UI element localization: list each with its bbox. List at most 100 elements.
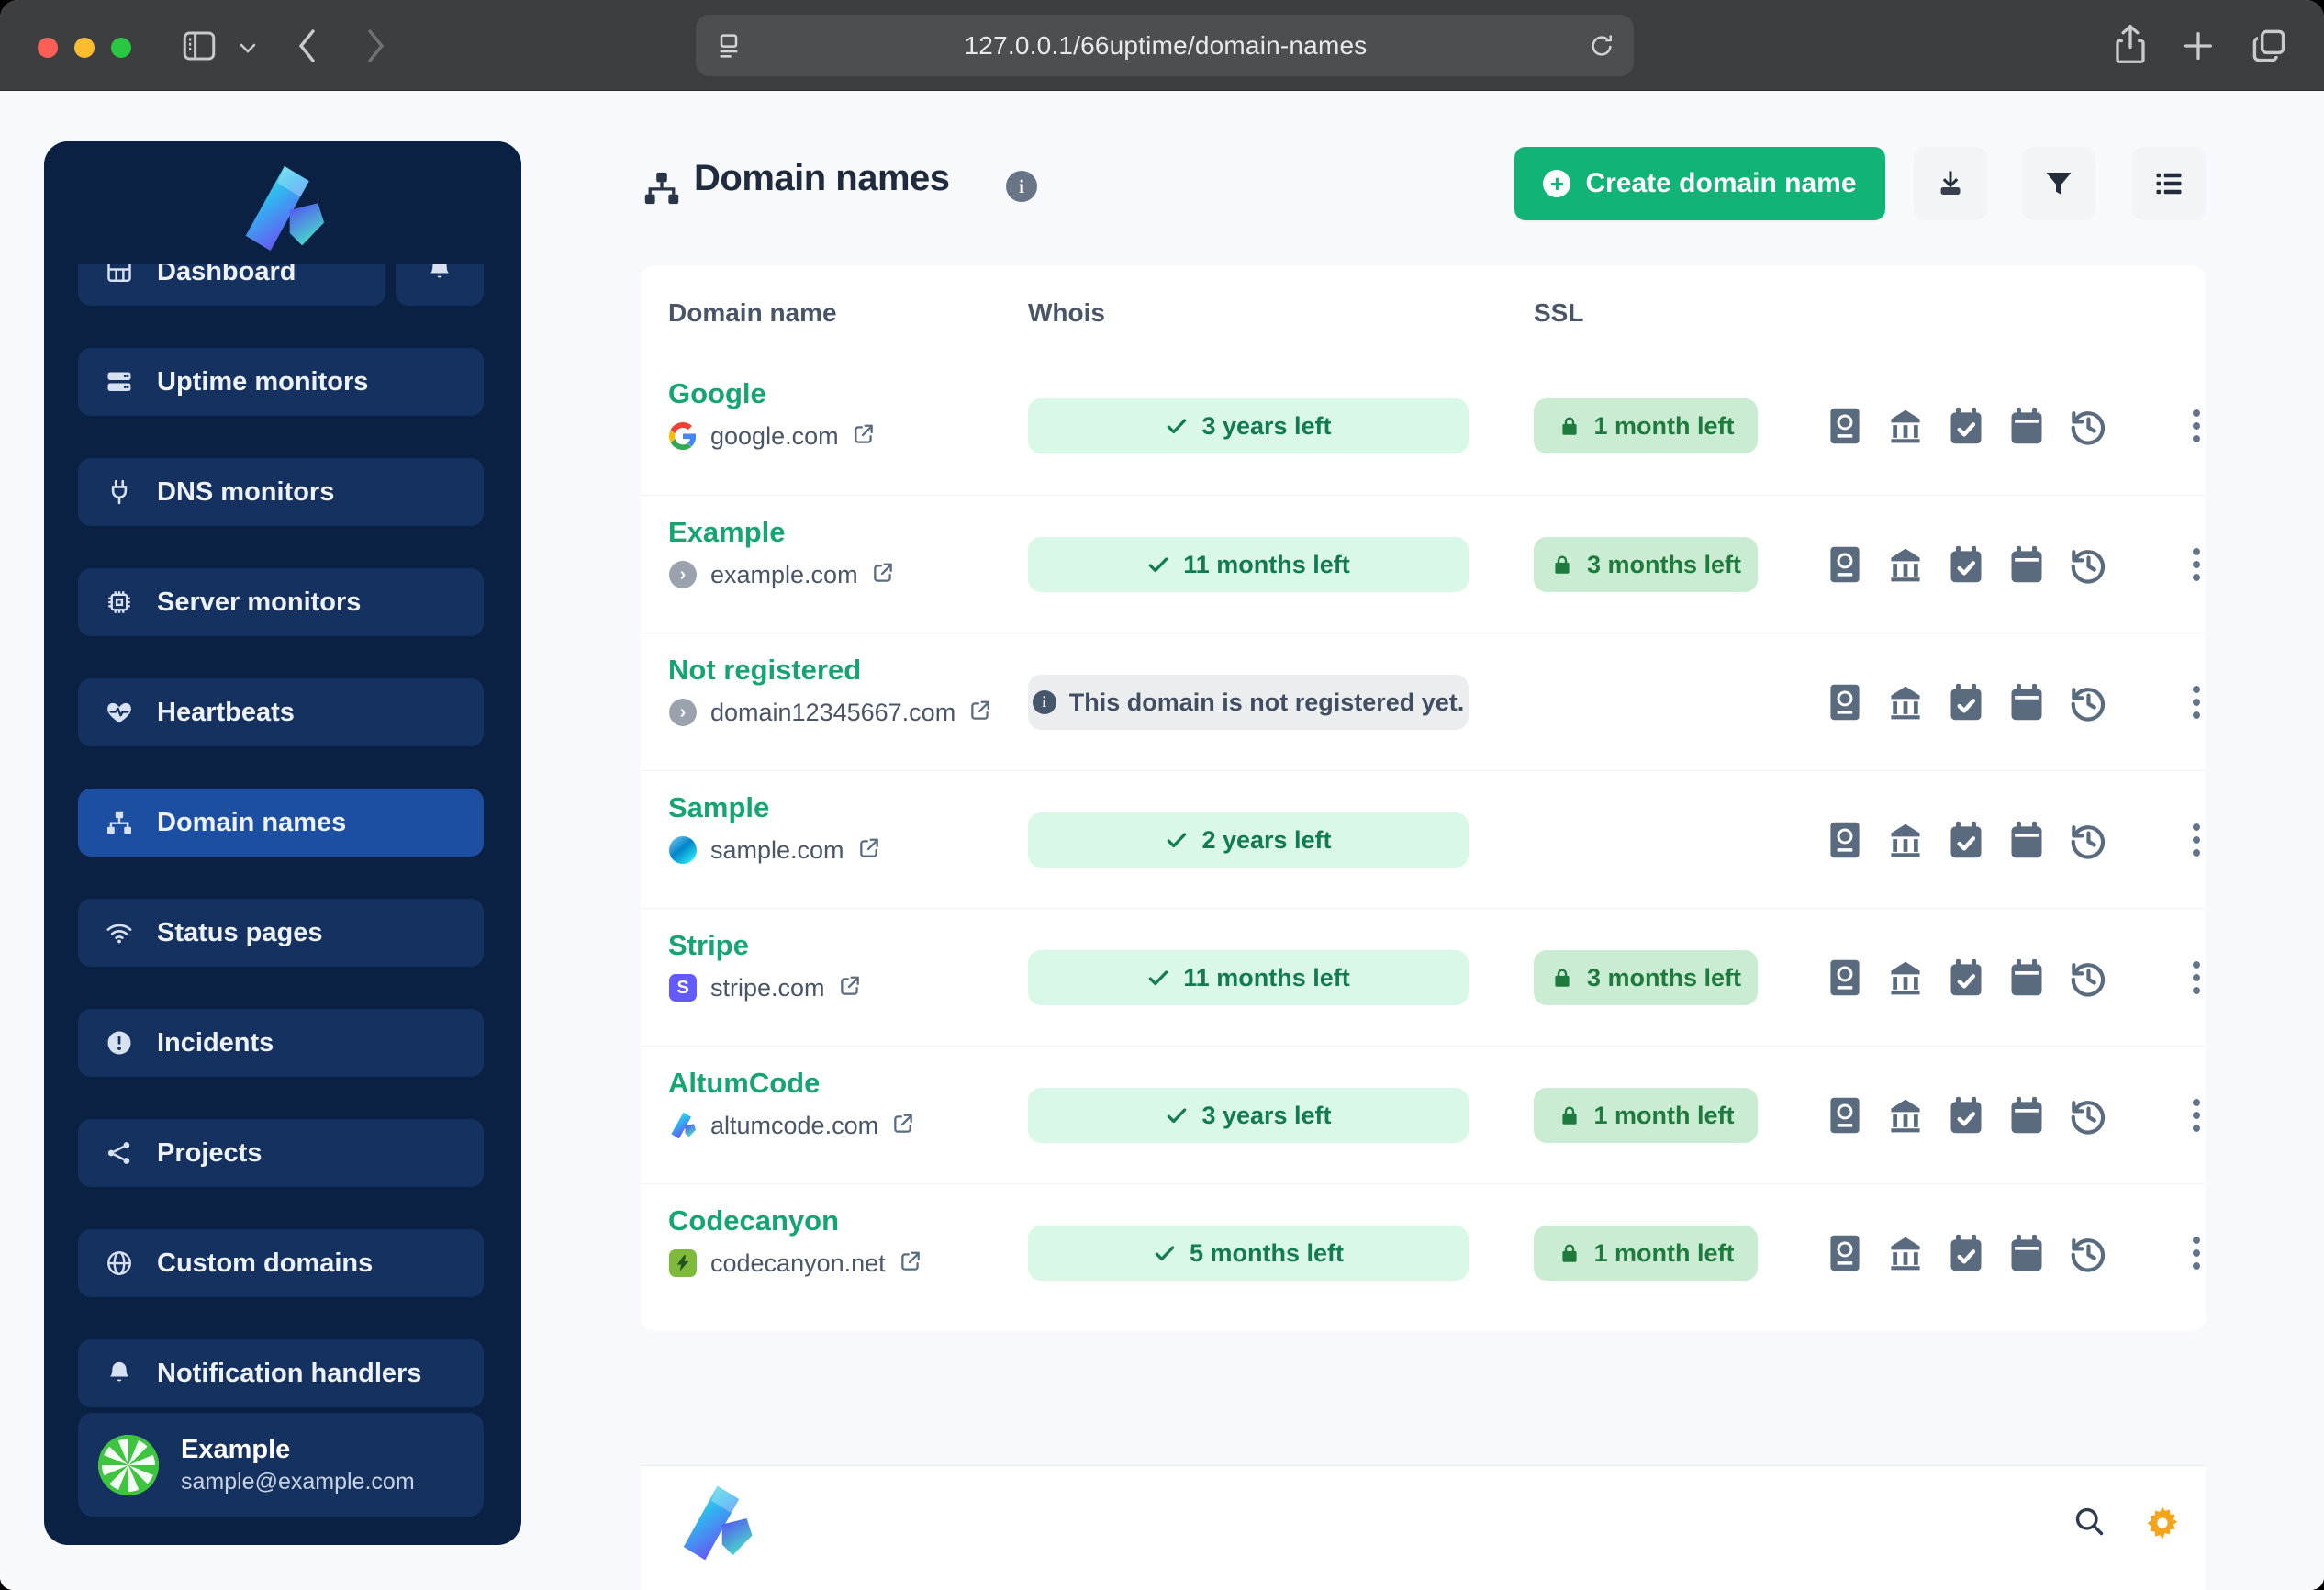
- minimize-window-button[interactable]: [74, 38, 95, 58]
- info-icon[interactable]: i: [1006, 171, 1037, 202]
- calendar-icon[interactable]: [2006, 957, 2047, 998]
- kebab-menu-icon[interactable]: [2184, 1092, 2207, 1138]
- history-icon[interactable]: [2067, 1233, 2107, 1273]
- calendar-check-icon[interactable]: [1946, 820, 1986, 860]
- external-link-icon[interactable]: [891, 1112, 915, 1140]
- history-icon[interactable]: [2067, 406, 2107, 446]
- calendar-icon[interactable]: [2006, 544, 2047, 585]
- url-text[interactable]: 127.0.0.1/66uptime/domain-names: [762, 31, 1570, 61]
- check-icon: [1153, 1241, 1177, 1265]
- domain-name-link[interactable]: AltumCode: [668, 1067, 820, 1100]
- kebab-menu-icon[interactable]: [2184, 817, 2207, 863]
- external-link-icon[interactable]: [899, 1249, 922, 1278]
- external-link-icon[interactable]: [838, 974, 862, 1002]
- whois-passport-icon[interactable]: [1825, 544, 1865, 585]
- lock-icon: [1550, 966, 1574, 990]
- sidebar-item-custom-domains[interactable]: Custom domains: [78, 1229, 484, 1297]
- sidebar-item-domain-names[interactable]: Domain names: [78, 789, 484, 857]
- calendar-icon[interactable]: [2006, 1233, 2047, 1273]
- whois-passport-icon[interactable]: [1825, 820, 1865, 860]
- history-icon[interactable]: [2067, 957, 2107, 998]
- calendar-icon[interactable]: [2006, 820, 2047, 860]
- new-tab-icon[interactable]: [2179, 28, 2218, 64]
- tab-group-chevron-icon[interactable]: [239, 42, 257, 55]
- reader-icon[interactable]: [714, 30, 743, 62]
- sidebar-item-dns-monitors[interactable]: DNS monitors: [78, 458, 484, 526]
- calendar-check-icon[interactable]: [1946, 682, 1986, 722]
- sidebar-item-status-pages[interactable]: Status pages: [78, 899, 484, 967]
- domain-name-link[interactable]: Example: [668, 516, 786, 549]
- sidebar-item-server-monitors[interactable]: Server monitors: [78, 568, 484, 636]
- external-link-icon[interactable]: [968, 699, 992, 727]
- lock-icon: [1558, 1241, 1581, 1265]
- whois-passport-icon[interactable]: [1825, 957, 1865, 998]
- hosting-icon[interactable]: [1885, 406, 1926, 446]
- domain-name-link[interactable]: Sample: [668, 791, 769, 824]
- search-icon[interactable]: [2073, 1505, 2106, 1538]
- hosting-icon[interactable]: [1885, 957, 1926, 998]
- reload-icon[interactable]: [1588, 31, 1615, 61]
- hosting-icon[interactable]: [1885, 1095, 1926, 1136]
- export-button[interactable]: [1914, 147, 1987, 220]
- sidebar-item-heartbeats[interactable]: Heartbeats: [78, 678, 484, 746]
- sidebar-item-incidents[interactable]: Incidents: [78, 1009, 484, 1077]
- whois-passport-icon[interactable]: [1825, 1233, 1865, 1273]
- hosting-icon[interactable]: [1885, 682, 1926, 722]
- settings-gear-icon[interactable]: [2144, 1505, 2181, 1541]
- share-icon[interactable]: [2111, 22, 2150, 66]
- forward-icon[interactable]: [365, 28, 387, 64]
- history-icon[interactable]: [2067, 1095, 2107, 1136]
- domain-name-link[interactable]: Google: [668, 377, 766, 410]
- filter-button[interactable]: [2022, 147, 2095, 220]
- kebab-menu-icon[interactable]: [2184, 955, 2207, 1001]
- domain-name-link[interactable]: Stripe: [668, 929, 749, 962]
- calendar-check-icon[interactable]: [1946, 957, 1986, 998]
- kebab-menu-icon[interactable]: [2184, 542, 2207, 588]
- row-actions: [1825, 1095, 2107, 1136]
- kebab-menu-icon[interactable]: [2184, 1230, 2207, 1276]
- create-domain-name-button[interactable]: + Create domain name: [1514, 147, 1885, 220]
- external-link-icon[interactable]: [871, 561, 895, 589]
- hosting-icon[interactable]: [1885, 544, 1926, 585]
- external-link-icon[interactable]: [857, 836, 881, 865]
- external-link-icon[interactable]: [852, 422, 876, 451]
- history-icon[interactable]: [2067, 820, 2107, 860]
- calendar-icon[interactable]: [2006, 1095, 2047, 1136]
- address-bar[interactable]: 127.0.0.1/66uptime/domain-names: [696, 15, 1634, 76]
- domain-name-link[interactable]: Not registered: [668, 654, 861, 687]
- sidebar-notifications-button[interactable]: [396, 264, 484, 306]
- calendar-icon[interactable]: [2006, 406, 2047, 446]
- table-row: Codecanyon codecanyon.net 5 months left …: [641, 1183, 2206, 1321]
- domain-host: stripe.com: [710, 973, 825, 1002]
- kebab-menu-icon[interactable]: [2184, 679, 2207, 725]
- tab-overview-icon[interactable]: [2249, 26, 2289, 66]
- calendar-check-icon[interactable]: [1946, 544, 1986, 585]
- back-icon[interactable]: [296, 28, 318, 64]
- sidebar-item-dashboard[interactable]: Dashboard: [78, 264, 385, 306]
- app-logo[interactable]: [44, 141, 521, 264]
- sidebar-item-projects[interactable]: Projects: [78, 1119, 484, 1187]
- zoom-window-button[interactable]: [111, 38, 131, 58]
- sidebar-item-notification-handlers[interactable]: Notification handlers: [78, 1339, 484, 1407]
- view-list-button[interactable]: [2132, 147, 2206, 220]
- hosting-icon[interactable]: [1885, 820, 1926, 860]
- history-icon[interactable]: [2067, 544, 2107, 585]
- close-window-button[interactable]: [38, 38, 58, 58]
- user-menu[interactable]: Example sample@example.com: [78, 1413, 484, 1517]
- calendar-check-icon[interactable]: [1946, 1233, 1986, 1273]
- hosting-icon[interactable]: [1885, 1233, 1926, 1273]
- whois-passport-icon[interactable]: [1825, 682, 1865, 722]
- whois-passport-icon[interactable]: [1825, 1095, 1865, 1136]
- kebab-menu-icon[interactable]: [2184, 403, 2207, 449]
- ssl-status-badge: 1 month left: [1534, 1088, 1758, 1143]
- history-icon[interactable]: [2067, 682, 2107, 722]
- calendar-check-icon[interactable]: [1946, 1095, 1986, 1136]
- domain-name-link[interactable]: Codecanyon: [668, 1204, 839, 1237]
- sidebar-item-label: DNS monitors: [157, 476, 335, 507]
- sidebar-toggle-icon[interactable]: [180, 26, 218, 66]
- lock-icon: [1550, 553, 1574, 577]
- calendar-check-icon[interactable]: [1946, 406, 1986, 446]
- calendar-icon[interactable]: [2006, 682, 2047, 722]
- whois-passport-icon[interactable]: [1825, 406, 1865, 446]
- sidebar-item-uptime-monitors[interactable]: Uptime monitors: [78, 348, 484, 416]
